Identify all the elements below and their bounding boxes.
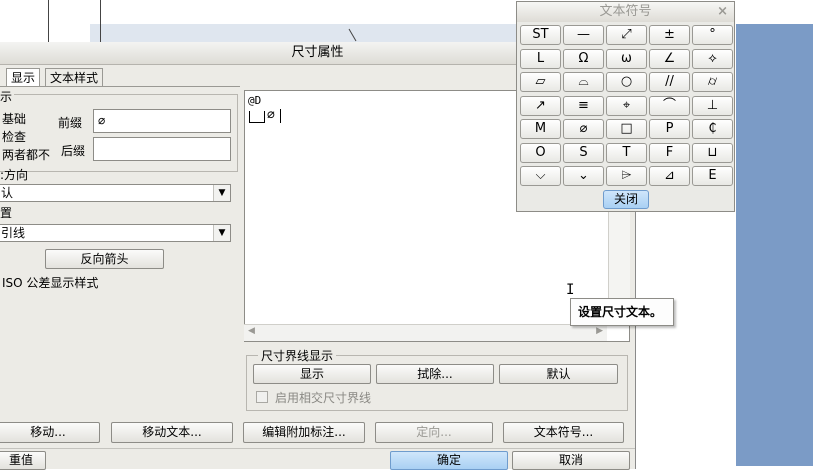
reset-button[interactable]: 重值 (0, 451, 46, 470)
symbol-button[interactable]: S (563, 142, 604, 163)
tab-display[interactable]: 显示 (6, 68, 41, 87)
orient-button[interactable]: 定向... (375, 422, 493, 443)
symbol-button[interactable]: ○ (606, 72, 647, 92)
default-button[interactable]: 默认 (499, 364, 618, 384)
symbol-button[interactable]: ⟡ (692, 48, 733, 69)
symbol-button[interactable]: □ (606, 119, 647, 139)
palette-title: 文本符号 (517, 2, 734, 22)
show-button[interactable]: 显示 (253, 364, 371, 384)
background-line (100, 0, 101, 42)
background-toolbar (90, 24, 520, 44)
iso-tolerance-checkbox[interactable]: ISO 公差显示样式 (2, 274, 98, 291)
tab-divider (0, 86, 240, 87)
symbol-button[interactable]: ° (692, 25, 733, 45)
radio-check[interactable]: 检查 (2, 128, 26, 145)
text-line-2: ⌀ (267, 107, 275, 122)
symbol-button[interactable]: ⌖ (606, 95, 647, 116)
symbol-button[interactable]: ⊔ (692, 142, 733, 163)
symbol-button[interactable]: ⊿ (649, 166, 690, 186)
intersect-extension-checkbox[interactable] (256, 391, 268, 403)
symbol-button[interactable]: Ω (563, 48, 604, 69)
text-symbol-palette: 文本符号 × 关闭 ST — ⤢ ± ° L Ωω ∠ ⟡ ▱ ⌓ ○//⌭ ↗ ≡ ⌖ ⌒ ⊥ M ⌀ □ P ₵ O S T… (516, 1, 735, 212)
symbol-button[interactable]: ₵ (692, 119, 733, 139)
prefix-input[interactable]: ⌀ (93, 109, 231, 133)
radio-neither[interactable]: 两者都不 (2, 146, 50, 163)
symbol-button[interactable]: L (520, 48, 561, 69)
cancel-button[interactable]: 取消 (512, 451, 630, 470)
direction-heading: :方向 (0, 168, 29, 182)
text-cursor-icon: I (566, 282, 575, 298)
symbol-button[interactable]: ⌒ (649, 95, 690, 116)
radio-basic[interactable]: 基础 (2, 110, 26, 127)
reverse-arrow-button[interactable]: 反向箭头 (45, 249, 164, 269)
symbol-button[interactable]: ST (520, 25, 561, 45)
display-group-heading: 示 (0, 88, 15, 105)
symbol-button[interactable]: ⌲ (606, 166, 647, 186)
edit-attached-note-button[interactable]: 编辑附加标注... (243, 422, 365, 443)
tab-text-style[interactable]: 文本样式 (45, 68, 104, 87)
intersect-extension-label: 启用相交尺寸界线 (275, 391, 372, 405)
close-icon[interactable]: × (717, 2, 728, 22)
symbol-button[interactable]: T (606, 142, 647, 163)
extension-group-heading: 尺寸界线显示 (258, 347, 337, 364)
tooltip: 设置尺寸文本。 (570, 298, 674, 326)
counterbore-symbol-icon (249, 111, 265, 123)
symbol-button[interactable]: ⤢ (606, 25, 647, 45)
symbol-button[interactable]: F (649, 142, 690, 163)
erase-button[interactable]: 拭除... (376, 364, 494, 384)
text-caret (280, 109, 281, 123)
direction-select-value: 认 (1, 186, 14, 200)
symbol-button[interactable]: ⌓ (563, 72, 604, 92)
symbol-button[interactable]: ⌄ (563, 166, 604, 186)
symbol-button[interactable]: O (520, 142, 561, 163)
symbol-button[interactable]: ⌀ (563, 119, 604, 139)
chevron-down-icon[interactable]: ▼ (213, 225, 230, 241)
symbol-button[interactable]: ∠ (649, 48, 690, 69)
direction-select[interactable]: 认 ▼ (0, 184, 231, 202)
symbol-button[interactable]: ⌵ (520, 166, 561, 186)
symbol-button[interactable]: — (563, 25, 604, 45)
symbol-button[interactable]: ↗ (520, 95, 561, 116)
position-heading: 置 (0, 206, 13, 220)
symbol-button[interactable]: ≡ (563, 95, 604, 116)
leader-select[interactable]: 引线 ▼ (0, 224, 231, 242)
background-canvas (736, 24, 813, 466)
text-symbol-button[interactable]: 文本符号... (503, 422, 624, 443)
text-editor-horizontal-scrollbar[interactable]: ◀ ▶ (244, 324, 607, 341)
symbol-button[interactable]: ▱ (520, 72, 561, 92)
symbol-button[interactable]: P (649, 119, 690, 139)
move-button[interactable]: 移动... (0, 422, 100, 443)
suffix-input[interactable] (93, 137, 231, 161)
background-line (48, 0, 49, 42)
symbol-button[interactable]: ⊥ (692, 95, 733, 116)
symbol-button[interactable]: E (692, 166, 733, 186)
symbol-button[interactable]: ± (649, 25, 690, 45)
scroll-right-icon[interactable]: ▶ (596, 326, 603, 336)
suffix-label: 后缀 (61, 144, 86, 158)
prefix-label: 前缀 (58, 116, 83, 130)
text-line-1: @D (248, 94, 262, 107)
scroll-left-icon[interactable]: ◀ (248, 326, 255, 336)
ok-button[interactable]: 确定 (390, 451, 508, 470)
palette-close-button[interactable]: 关闭 (603, 190, 649, 209)
footer-divider (0, 448, 635, 449)
symbol-button[interactable]: ω (606, 48, 647, 69)
symbol-button[interactable]: // (649, 72, 690, 92)
symbol-button[interactable]: ⌭ (692, 72, 733, 92)
leader-select-value: 引线 (1, 226, 26, 240)
move-text-button[interactable]: 移动文本... (111, 422, 233, 443)
symbol-button[interactable]: M (520, 119, 561, 139)
chevron-down-icon[interactable]: ▼ (213, 185, 230, 201)
